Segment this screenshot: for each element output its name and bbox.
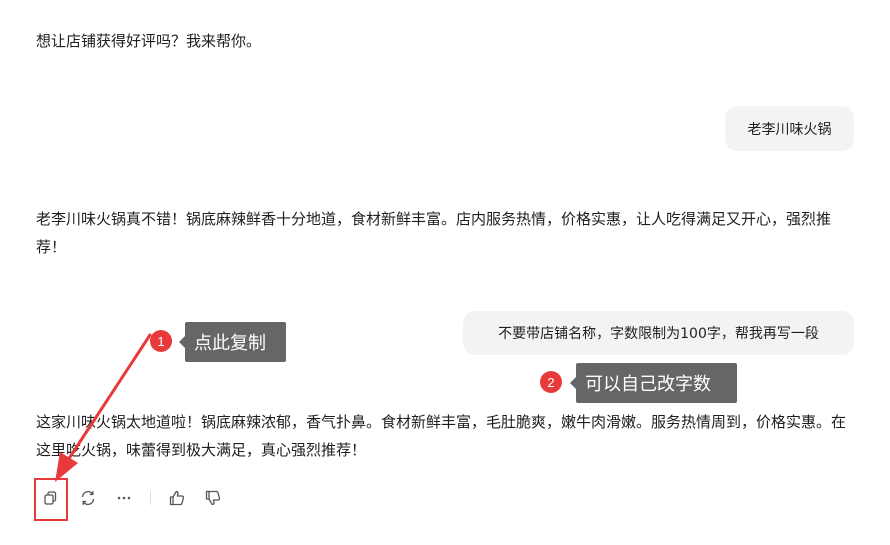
callout-word-count-text: 可以自己改字数 bbox=[585, 374, 711, 395]
callout-copy-text: 点此复制 bbox=[194, 333, 266, 354]
callout-word-count: 可以自己改字数 bbox=[570, 363, 737, 403]
red-arrow bbox=[55, 333, 152, 482]
callout-copy: 点此复制 bbox=[179, 322, 286, 362]
step-badge-2: 2 bbox=[540, 371, 562, 393]
step-badge-1: 1 bbox=[150, 330, 172, 352]
